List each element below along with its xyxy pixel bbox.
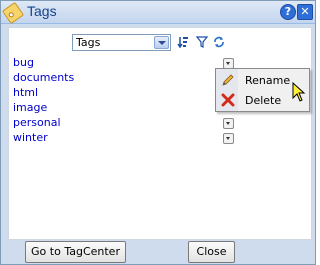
tag-link[interactable]: html [13, 86, 38, 100]
tag-link[interactable]: image [13, 101, 47, 115]
tag-menu-button[interactable] [223, 133, 234, 144]
menu-item-label: Rename [245, 74, 291, 87]
delete-icon [221, 93, 235, 107]
menu-item-label: Delete [245, 94, 282, 107]
close-button[interactable]: Close [188, 241, 235, 263]
dialog-footer: Go to TagCenter Close [1, 240, 315, 264]
dialog-body: Tags bug documents html image personal w… [8, 27, 312, 240]
pencil-icon [222, 74, 234, 86]
go-to-tagcenter-button[interactable]: Go to TagCenter [25, 241, 126, 263]
tag-link[interactable]: winter [13, 131, 48, 145]
tag-link[interactable]: personal [13, 116, 61, 130]
tag-link[interactable]: documents [13, 71, 74, 85]
dialog-title: Tags [27, 3, 57, 19]
view-select-value: Tags [76, 36, 101, 49]
filter-icon[interactable] [196, 36, 208, 48]
tag-menu-button[interactable] [223, 118, 234, 129]
chevron-down-icon[interactable] [154, 36, 169, 49]
tag-icon [1, 1, 25, 25]
list-item: winter [13, 131, 303, 146]
refresh-icon[interactable] [213, 36, 225, 48]
view-select[interactable]: Tags [72, 34, 171, 51]
close-icon[interactable]: ✕ [297, 4, 313, 20]
sort-icon[interactable] [177, 36, 189, 48]
list-item: personal [13, 116, 303, 131]
mouse-cursor-icon [292, 82, 306, 102]
tag-link[interactable]: bug [13, 56, 34, 70]
help-icon[interactable]: ? [280, 4, 296, 20]
tags-dialog: Tags ? ✕ Tags bug documents html image p… [0, 0, 316, 265]
title-bar[interactable]: Tags ? ✕ [1, 1, 315, 25]
